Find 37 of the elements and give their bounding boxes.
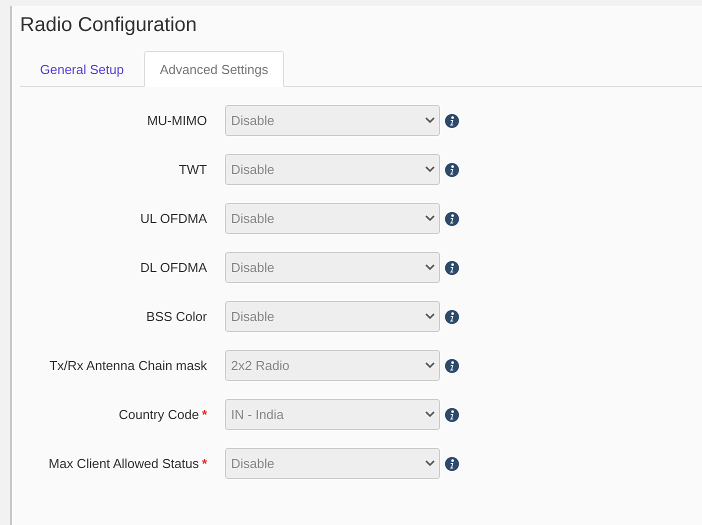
field-label: TWT xyxy=(178,162,207,177)
chevron-down-icon xyxy=(425,264,435,271)
select-field[interactable]: Disable xyxy=(225,105,440,136)
info-icon[interactable] xyxy=(445,162,459,176)
chevron-down-icon xyxy=(425,166,435,173)
chevron-down-icon xyxy=(425,362,435,369)
field-label: Max Client Allowed Status xyxy=(48,456,199,471)
select-field[interactable]: Disable xyxy=(225,301,440,332)
field-label: Tx/Rx Antenna Chain mask xyxy=(49,358,207,373)
select-field[interactable]: Disable xyxy=(225,203,440,234)
required-mark: * xyxy=(202,407,207,422)
select-field[interactable]: IN - India xyxy=(225,399,440,430)
info-icon[interactable] xyxy=(445,456,459,470)
info-icon[interactable] xyxy=(445,114,459,128)
info-icon[interactable] xyxy=(445,310,459,324)
field-label: MU-MIMO xyxy=(147,113,207,128)
tab[interactable]: Advanced Settings xyxy=(144,51,284,87)
select-field[interactable]: Disable xyxy=(225,448,440,479)
select-field[interactable]: Disable xyxy=(225,252,440,283)
page-title: Radio Configuration xyxy=(20,13,198,38)
field-label: BSS Color xyxy=(146,309,207,324)
required-mark: * xyxy=(202,456,207,471)
chevron-down-icon xyxy=(425,313,435,320)
chevron-down-icon xyxy=(425,411,435,418)
tab[interactable]: General Setup xyxy=(24,51,140,87)
select-field[interactable]: Disable xyxy=(225,154,440,185)
chevron-down-icon xyxy=(425,215,435,222)
chevron-down-icon xyxy=(425,117,435,124)
info-icon[interactable] xyxy=(445,212,459,226)
field-label: UL OFDMA xyxy=(140,211,207,226)
info-icon[interactable] xyxy=(445,408,459,422)
field-label: Country Code xyxy=(118,407,199,422)
select-field[interactable]: 2x2 Radio xyxy=(225,350,440,381)
info-icon[interactable] xyxy=(445,358,459,372)
chevron-down-icon xyxy=(425,460,435,467)
info-icon[interactable] xyxy=(445,260,459,274)
field-label: DL OFDMA xyxy=(140,260,207,275)
